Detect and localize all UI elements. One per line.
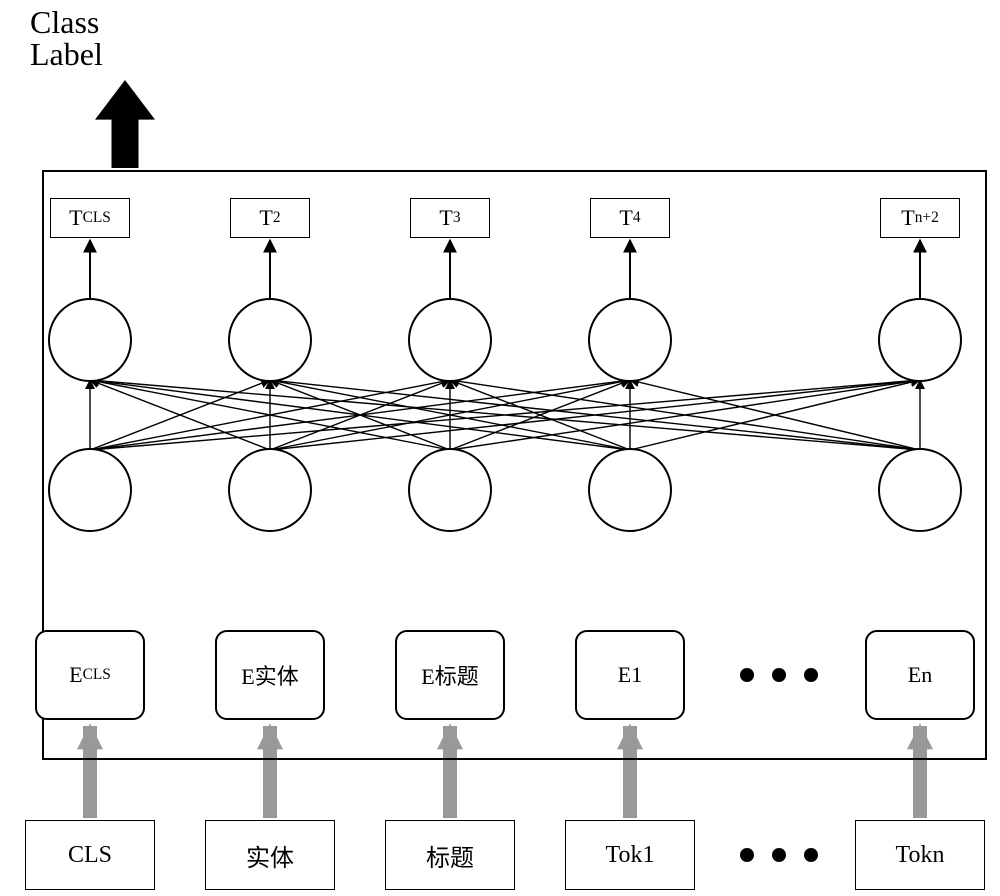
input-token-1: 实体 [205,820,335,890]
output-token-1: T2 [230,198,310,238]
embedding-4: En [865,630,975,720]
lower-node-1 [228,448,312,532]
input-token-3: Tok1 [565,820,695,890]
ellipsis-inputs [740,847,850,863]
class-label-text: Class Label [30,6,230,76]
upper-node-2 [408,298,492,382]
embedding-0: ECLS [35,630,145,720]
input-token-4: Tokn [855,820,985,890]
lower-node-0 [48,448,132,532]
upper-node-0 [48,298,132,382]
upper-node-1 [228,298,312,382]
input-token-0: CLS [25,820,155,890]
output-token-2: T3 [410,198,490,238]
ellipsis-embeddings [740,667,850,683]
output-arrow [95,80,155,168]
output-token-4: Tn+2 [880,198,960,238]
embedding-2: E标题 [395,630,505,720]
upper-node-3 [588,298,672,382]
embedding-1: E实体 [215,630,325,720]
lower-node-2 [408,448,492,532]
output-token-3: T4 [590,198,670,238]
embedding-3: E1 [575,630,685,720]
input-token-2: 标题 [385,820,515,890]
class-label-l1: Class [30,4,99,40]
upper-node-4 [878,298,962,382]
lower-node-4 [878,448,962,532]
lower-node-3 [588,448,672,532]
output-token-0: TCLS [50,198,130,238]
class-label-l2: Label [30,36,103,72]
